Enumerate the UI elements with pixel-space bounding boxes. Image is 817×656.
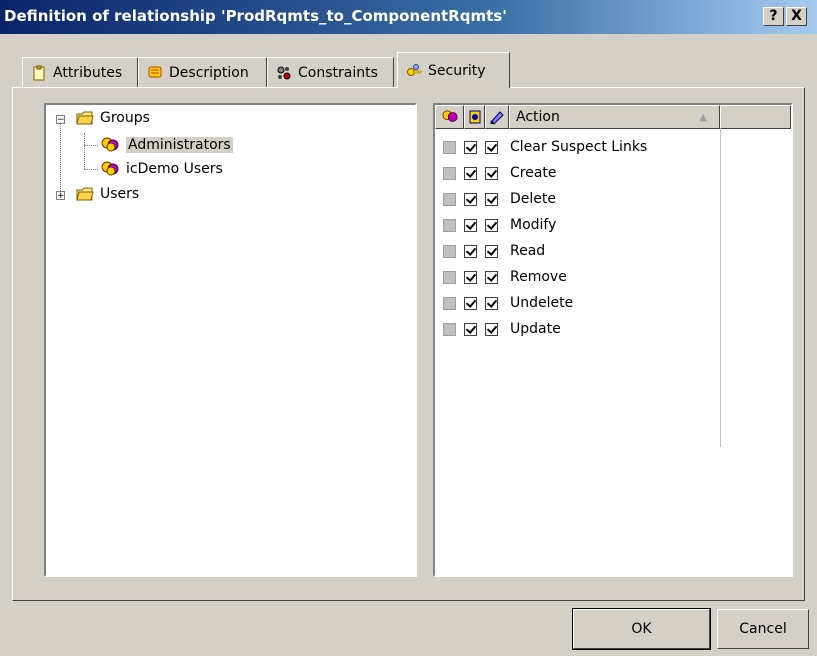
sort-ascending-icon: ▲ [699, 111, 707, 123]
tree-node-groups[interactable]: Groups [76, 110, 150, 126]
ok-button[interactable]: OK [572, 608, 711, 650]
edit-checkbox[interactable] [485, 322, 498, 336]
tab-description[interactable]: Description [138, 57, 267, 87]
note-icon [148, 66, 162, 77]
tab-constraints[interactable]: Constraints [267, 57, 394, 87]
tab-security[interactable]: Security [397, 52, 510, 88]
permissions-list[interactable]: Action ▲ Clear Suspect Links Create Dele… [433, 103, 793, 577]
grant-checkbox[interactable] [464, 296, 477, 310]
tree-node-label: Groups [100, 110, 150, 126]
user-group-icon [441, 110, 458, 122]
window-title: Definition of relationship 'ProdRqmts_to… [4, 7, 507, 25]
edit-checkbox[interactable] [485, 192, 498, 206]
grant-checkbox[interactable] [464, 322, 477, 336]
inherited-checkbox[interactable] [443, 166, 456, 180]
folder-icon [76, 111, 94, 125]
tree-line [84, 169, 98, 170]
inherited-checkbox[interactable] [443, 296, 456, 310]
tree-node-label: Users [100, 186, 140, 202]
clipboard-icon [33, 65, 45, 80]
column-header-label: Action [516, 109, 560, 125]
user-group-icon [101, 137, 119, 152]
action-label: Modify [510, 217, 557, 233]
list-item[interactable]: Modify [435, 212, 720, 238]
column-divider [720, 129, 721, 447]
tab-attributes[interactable]: Attributes [22, 57, 138, 87]
grant-checkbox[interactable] [464, 140, 477, 154]
grant-checkbox[interactable] [464, 166, 477, 180]
keys-icon [407, 63, 422, 76]
action-label: Read [510, 243, 546, 259]
tree-node-administrators[interactable]: Administrators [100, 136, 233, 154]
list-item[interactable]: Create [435, 160, 720, 186]
list-item[interactable]: Update [435, 316, 720, 342]
tree-node-label: Administrators [126, 137, 233, 153]
expand-users-toggle[interactable]: + [56, 191, 65, 201]
user-group-icon [101, 161, 119, 176]
tree-node-icdemo-users[interactable]: icDemo Users [100, 160, 223, 178]
shield-icon [469, 110, 480, 124]
list-item[interactable]: Delete [435, 186, 720, 212]
tab-label: Attributes [53, 64, 123, 81]
edit-checkbox[interactable] [485, 166, 498, 180]
edit-checkbox[interactable] [485, 218, 498, 232]
close-button[interactable]: X [786, 7, 807, 26]
collapse-groups-toggle[interactable]: − [56, 115, 65, 125]
tab-label: Description [169, 64, 249, 81]
tree-node-users[interactable]: Users [76, 186, 139, 202]
list-item[interactable]: Read [435, 238, 720, 264]
edit-checkbox[interactable] [485, 270, 498, 284]
tab-label: Security [428, 62, 486, 79]
action-label: Remove [510, 269, 567, 285]
action-label: Clear Suspect Links [510, 139, 648, 155]
column-header-grant[interactable] [464, 105, 485, 129]
tree-line [84, 133, 85, 169]
tab-label: Constraints [298, 64, 378, 81]
grant-checkbox[interactable] [464, 192, 477, 206]
groups-tree[interactable]: − Groups Administrators icDemo Users + U… [44, 103, 417, 577]
inherited-checkbox[interactable] [443, 244, 456, 258]
inherited-checkbox[interactable] [443, 218, 456, 232]
action-label: Delete [510, 191, 556, 207]
action-label: Update [510, 321, 561, 337]
inherited-checkbox[interactable] [443, 270, 456, 284]
grant-checkbox[interactable] [464, 218, 477, 232]
list-item[interactable]: Clear Suspect Links [435, 134, 720, 160]
grant-checkbox[interactable] [464, 244, 477, 258]
inherited-checkbox[interactable] [443, 140, 456, 154]
tree-line [60, 123, 61, 197]
column-header-empty[interactable] [720, 105, 791, 129]
edit-checkbox[interactable] [485, 296, 498, 310]
folder-icon [76, 187, 94, 201]
column-header-action[interactable]: Action ▲ [509, 105, 720, 129]
edit-icon [490, 111, 504, 125]
help-button[interactable]: ? [763, 7, 784, 26]
edit-checkbox[interactable] [485, 244, 498, 258]
inherited-checkbox[interactable] [443, 322, 456, 336]
action-label: Create [510, 165, 557, 181]
column-header-inherited[interactable] [435, 105, 464, 129]
tree-line [84, 145, 98, 146]
grant-checkbox[interactable] [464, 270, 477, 284]
cancel-button[interactable]: Cancel [717, 609, 809, 649]
inherited-checkbox[interactable] [443, 192, 456, 206]
constraints-icon [277, 66, 291, 79]
list-header: Action ▲ [435, 105, 791, 129]
list-item[interactable]: Remove [435, 264, 720, 290]
edit-checkbox[interactable] [485, 140, 498, 154]
title-bar: Definition of relationship 'ProdRqmts_to… [0, 0, 817, 34]
list-item[interactable]: Undelete [435, 290, 720, 316]
tree-node-label: icDemo Users [126, 161, 223, 177]
action-label: Undelete [510, 295, 574, 311]
column-header-edit[interactable] [485, 105, 509, 129]
